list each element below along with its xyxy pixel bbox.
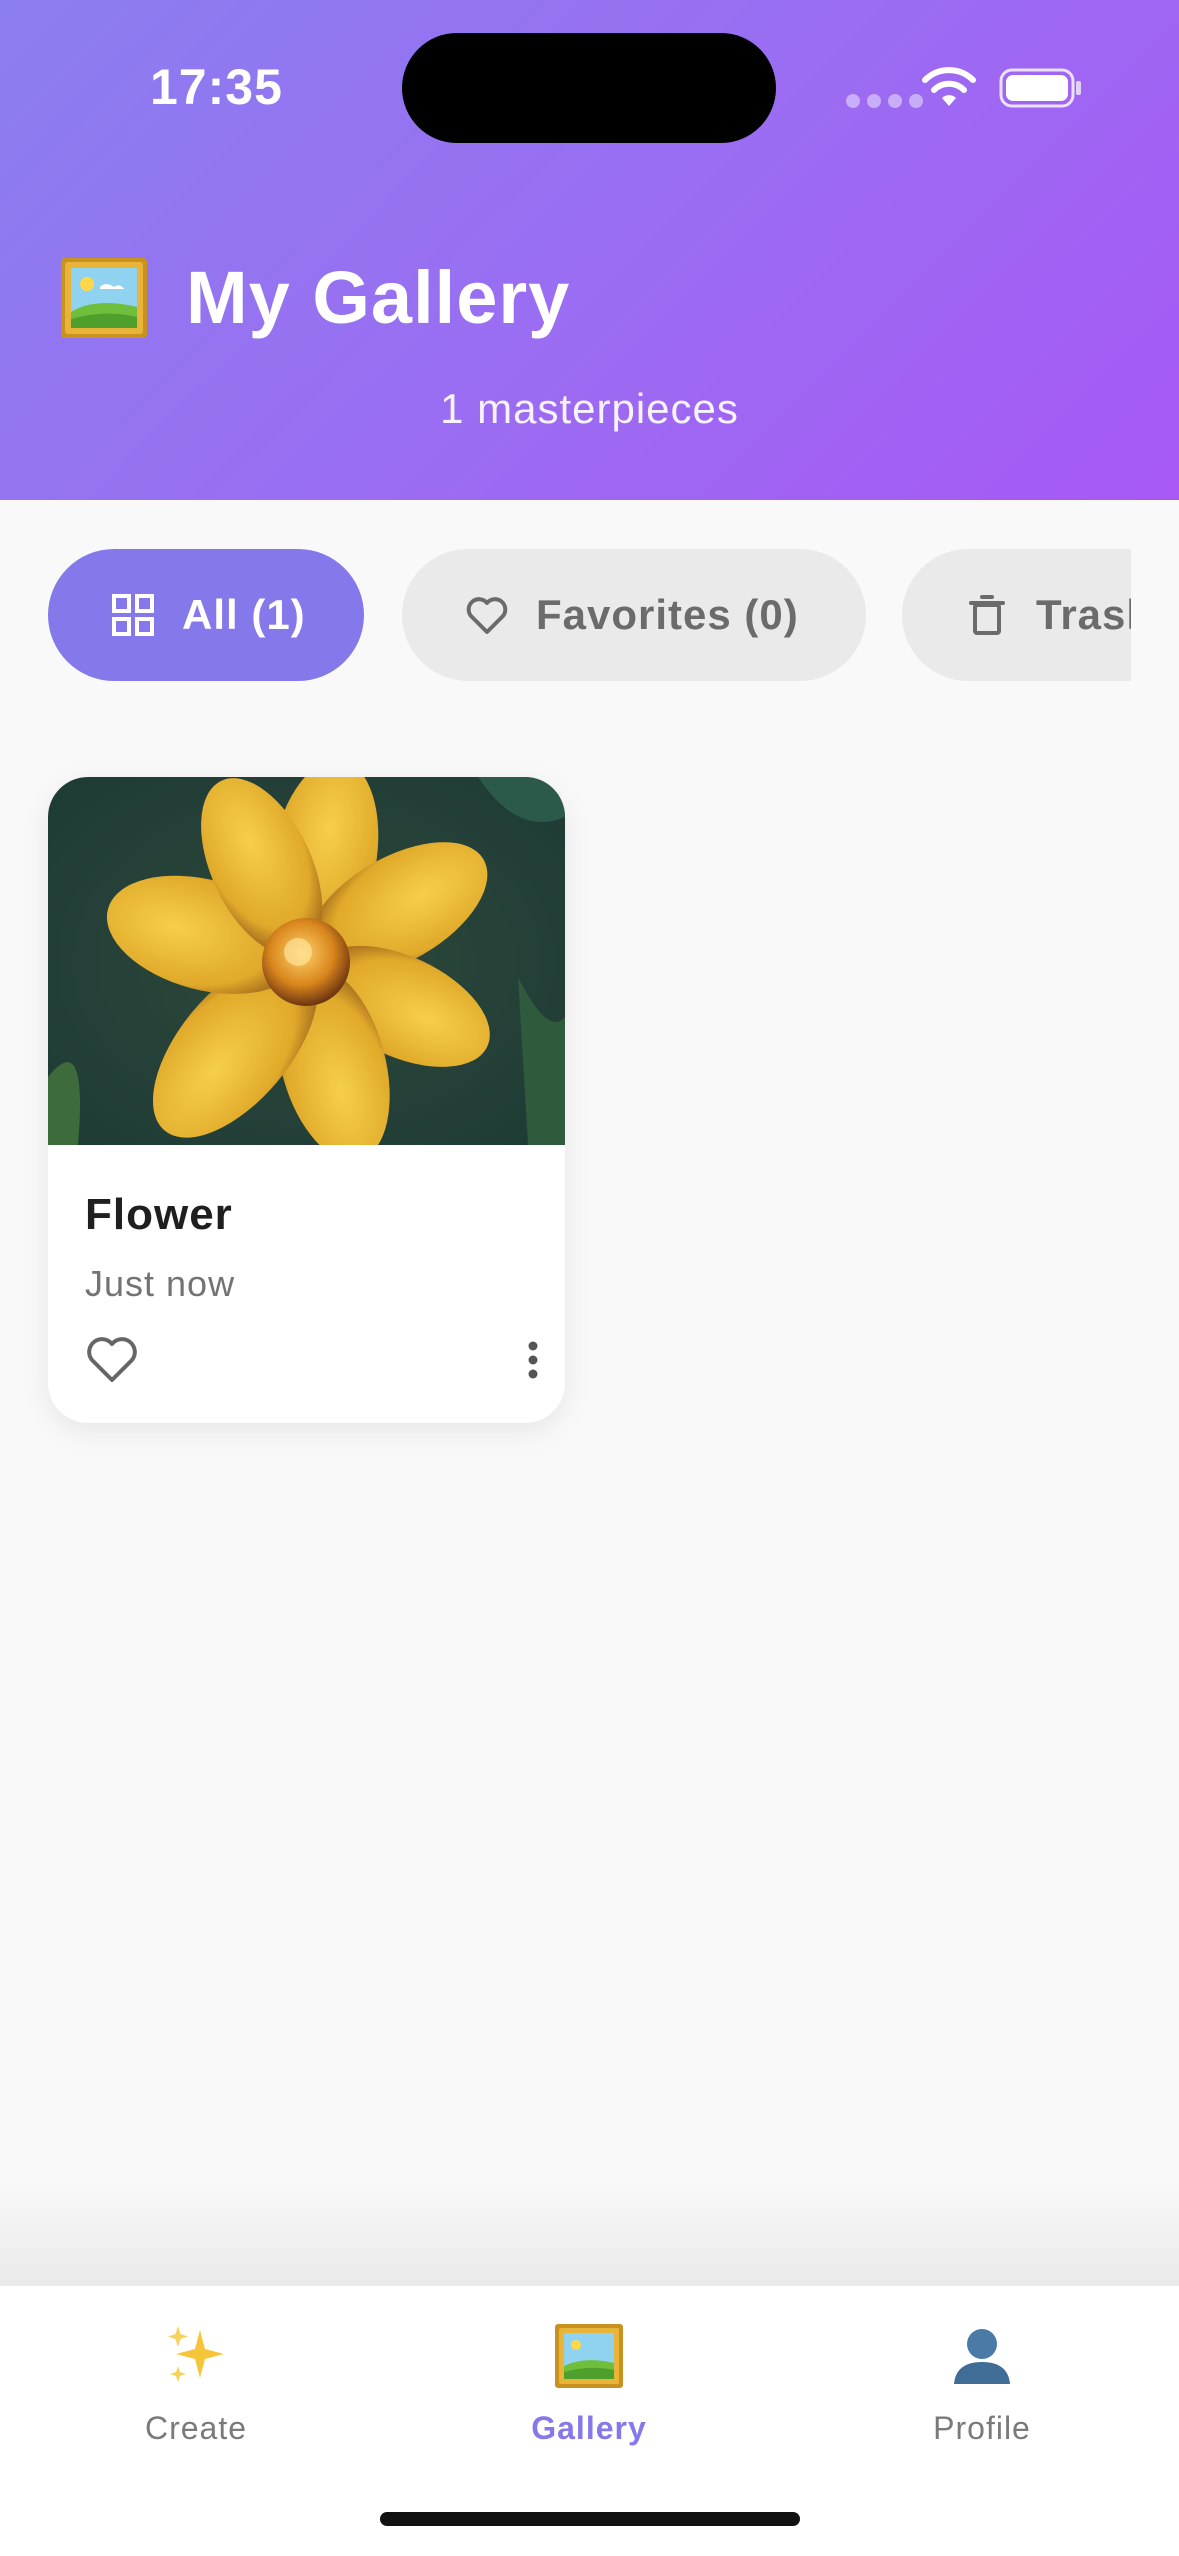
artwork-count: 1 masterpieces [440,385,739,432]
cellular-signal-icon [846,94,923,108]
dynamic-island [402,33,776,143]
battery-icon [999,68,1081,108]
filter-trash-chip[interactable]: Trash [902,549,1131,681]
bottom-nav-shadow [0,2180,1179,2286]
person-silhouette-icon [954,2329,1010,2384]
framed-picture-icon [555,2324,623,2388]
artwork-card[interactable]: Flower Just now [48,777,565,1423]
status-bar-time: 17:35 [150,59,283,115]
wifi-icon [922,67,976,106]
artwork-timestamp: Just now [85,1263,236,1304]
filter-all-label: All (1) [182,591,306,638]
tab-create-label: Create [144,2410,248,2446]
page-title: My Gallery [186,256,571,339]
filter-favorites-chip[interactable]: Favorites (0) [402,549,866,681]
more-options-icon[interactable] [518,1332,548,1388]
title-row: My Gallery [60,255,570,340]
tab-profile[interactable]: Profile [862,2316,1102,2466]
filter-favorites-label: Favorites (0) [536,591,799,638]
heart-outline-icon [466,597,508,634]
trash-icon [969,595,1005,635]
artwork-title: Flower [85,1190,233,1239]
grid-icon [112,594,154,636]
sparkles-icon [168,2326,224,2382]
tab-gallery[interactable]: Gallery [469,2316,709,2466]
artwork-thumbnail[interactable] [48,777,565,1145]
gallery-screen: 17:35 My Gallery 1 masterpieces All (1) … [0,0,1179,2556]
filter-all-chip[interactable]: All (1) [48,549,364,681]
tab-gallery-label: Gallery [531,2410,647,2446]
framed-picture-icon [61,257,147,338]
gallery-header: 17:35 My Gallery 1 masterpieces [0,0,1179,500]
tab-profile-label: Profile [933,2410,1031,2446]
tab-create[interactable]: Create [76,2316,316,2466]
home-indicator[interactable] [380,2512,800,2526]
favorite-heart-icon[interactable] [84,1332,140,1388]
filter-trash-label: Trash [1036,591,1131,638]
filter-chips: All (1) Favorites (0) Trash [48,549,1131,681]
